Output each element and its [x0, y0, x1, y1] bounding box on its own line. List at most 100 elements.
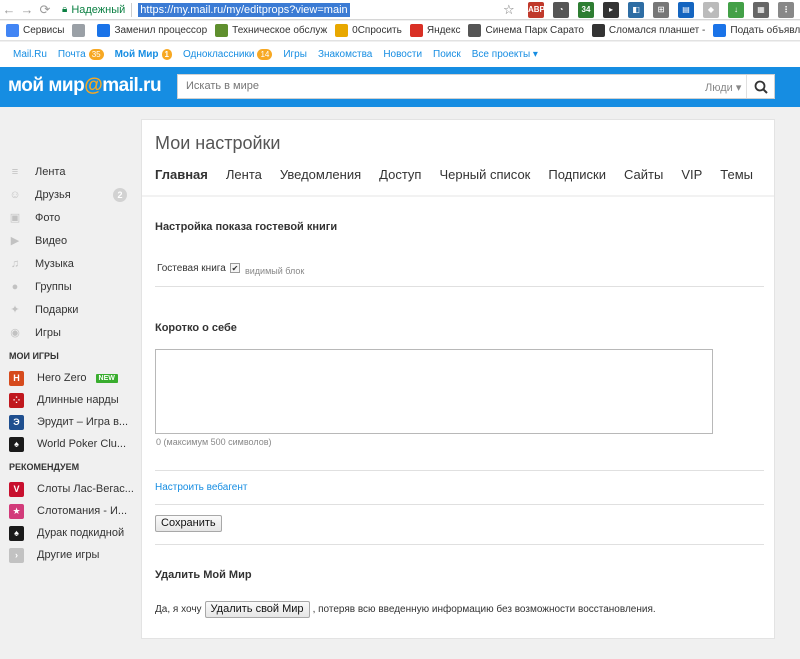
sidebar-item[interactable]: ▶ Видео — [0, 229, 140, 252]
adblock-extension-icon[interactable]: ABP — [528, 2, 545, 18]
bookmark-favicon-icon — [6, 24, 19, 37]
extension-icon[interactable]: ▸ — [603, 2, 619, 18]
extension-icon[interactable]: ▤ — [678, 2, 694, 18]
download-extension-icon[interactable]: ↓ — [728, 2, 744, 18]
portal-link[interactable]: Новости — [383, 49, 422, 60]
extension-icon[interactable]: ◔ — [553, 2, 569, 18]
search-button[interactable] — [746, 75, 775, 98]
bookmark-star-icon[interactable]: ☆ — [503, 2, 515, 18]
webagent-settings-link[interactable]: Настроить вебагент — [155, 482, 247, 493]
extension-icon[interactable]: 34 — [578, 2, 594, 18]
bookmark-item[interactable]: Синема Парк Сарато — [468, 24, 584, 37]
game-item[interactable]: ⁘ Длинные нарды — [0, 389, 140, 411]
tab-5[interactable]: Подписки — [548, 167, 606, 182]
search-scope-dropdown[interactable]: Люди ▾ — [705, 81, 741, 94]
tab-7[interactable]: VIP — [681, 167, 702, 182]
sidebar-item[interactable]: ◉ Игры — [0, 321, 140, 344]
tab-6[interactable]: Сайты — [624, 167, 663, 182]
forward-icon[interactable]: → — [18, 2, 36, 17]
bookmark-favicon-icon — [591, 24, 605, 37]
bookmark-label: Сломался планшет - — [608, 25, 706, 36]
sidebar-item[interactable]: ✦ Подарки — [0, 298, 140, 321]
tab-1[interactable]: Лента — [226, 167, 262, 182]
save-button[interactable]: Сохранить — [155, 515, 222, 532]
game-item[interactable]: ★ Слотомания - И... — [0, 500, 140, 522]
portal-link-label: Все проекты ▾ — [471, 49, 538, 60]
portal-link[interactable]: Все проекты ▾ — [472, 49, 538, 60]
groups-icon: ● — [11, 280, 19, 293]
about-textarea[interactable] — [155, 349, 713, 434]
back-icon[interactable]: ← — [0, 2, 18, 17]
bookmark-favicon-icon — [468, 24, 482, 37]
delete-prefix: Да, я хочу — [155, 604, 202, 615]
tab-3[interactable]: Доступ — [379, 167, 421, 182]
settings-tabs: Главная Лента Уведомления Доступ Черный спис… — [155, 167, 771, 182]
lock-icon: 🔒︎ — [62, 4, 68, 15]
guestbook-checkbox[interactable]: ✔ — [230, 263, 240, 273]
new-badge: NEW — [95, 373, 118, 383]
sidebar-item-label: Группы — [35, 280, 72, 293]
about-char-counter: 0 (максимум 500 символов) — [156, 437, 272, 447]
portal-link-label: Новости — [383, 49, 423, 60]
extension-icon[interactable]: ◧ — [628, 2, 644, 18]
portal-link[interactable]: Игры — [283, 49, 307, 60]
bookmark-item[interactable]: 0Спросить — [335, 24, 402, 37]
game-label: Длинные нарды — [37, 394, 119, 406]
bookmark-item[interactable]: Сервисы — [6, 24, 64, 37]
game-item[interactable]: V Слоты Лас-Вегас... — [0, 478, 140, 500]
cart-extension-icon[interactable]: ⊞ — [653, 2, 669, 18]
portal-link-label: Мой Мир — [114, 49, 159, 60]
portal-link-label: Знакомства — [317, 49, 373, 60]
sidebar-item[interactable]: ● Группы — [0, 275, 140, 298]
portal-link[interactable]: Mail.Ru — [13, 49, 47, 60]
tab-0[interactable]: Главная — [155, 167, 208, 182]
menu-icon[interactable]: ⋮ — [778, 2, 794, 18]
portal-link[interactable]: Одноклассники 14 — [183, 49, 273, 60]
game-icon: ♠ — [9, 436, 24, 452]
address-separator — [131, 2, 133, 17]
game-item[interactable]: Э Эрудит – Игра в... — [0, 411, 140, 433]
sidebar-item-label: Лента — [35, 165, 66, 178]
game-item[interactable]: ♠ World Poker Clu... — [0, 433, 140, 455]
extension-icon[interactable]: ◆ — [703, 2, 719, 18]
game-item[interactable]: › Другие игры — [0, 544, 140, 566]
secure-label: Надежный — [71, 3, 126, 16]
portal-link[interactable]: Знакомства — [318, 49, 372, 60]
browser-address-bar: ← → ⟳ 🔒︎ Надежный https://my.mail.ru/my/… — [0, 0, 800, 20]
bookmark-item[interactable]: Заменил процессор — [97, 24, 207, 37]
portal-link[interactable]: Почта 35 — [58, 49, 104, 60]
tab-2[interactable]: Уведомления — [280, 167, 361, 182]
portal-link[interactable]: Мой Мир 1 — [115, 49, 172, 60]
bookmark-item[interactable]: Техническое обслуж — [215, 24, 327, 37]
sidebar-item[interactable]: ♫ Музыка — [0, 252, 140, 275]
divider — [155, 544, 764, 545]
bookmark-label: Сервисы — [23, 25, 65, 36]
extension-icon[interactable]: ▦ — [753, 2, 769, 18]
sidebar-item[interactable]: ≡ Лента — [0, 160, 140, 183]
game-item[interactable]: H Hero Zero NEW — [0, 367, 140, 389]
friends-icon: ☺ — [9, 188, 21, 201]
guestbook-checkbox-label[interactable]: видимый блок — [245, 266, 304, 276]
divider — [155, 286, 764, 287]
bookmark-item[interactable] — [72, 24, 89, 37]
bookmark-item[interactable]: Сломался планшет - — [591, 24, 706, 37]
game-icon: H — [9, 370, 24, 386]
portal-link[interactable]: Поиск — [433, 49, 461, 60]
portal-link-badge: 1 — [161, 49, 172, 60]
sidebar-item[interactable]: ▣ Фото — [0, 206, 140, 229]
bookmark-item[interactable]: Подать объявление — [713, 24, 800, 37]
sidebar-item-label: Игры — [35, 326, 61, 339]
url-field[interactable]: https://my.mail.ru/my/editprops?view=mai… — [138, 2, 350, 17]
tab-8[interactable]: Темы — [720, 167, 753, 182]
search-icon — [754, 80, 768, 94]
search-input[interactable] — [186, 80, 686, 92]
bookmark-item[interactable]: Яндекс — [409, 24, 460, 37]
bookmark-label: Подать объявление — [730, 25, 800, 36]
game-item[interactable]: ♠ Дурак подкидной — [0, 522, 140, 544]
site-logo[interactable]: мой мир@mail.ru — [8, 75, 162, 97]
reload-icon[interactable]: ⟳ — [36, 2, 54, 18]
guestbook-heading: Настройка показа гостевой книги — [155, 221, 338, 233]
tab-4[interactable]: Черный список — [439, 167, 530, 182]
delete-world-button[interactable]: Удалить свой Мир — [204, 601, 310, 618]
sidebar-item[interactable]: ☺ Друзья 2 — [0, 183, 140, 206]
